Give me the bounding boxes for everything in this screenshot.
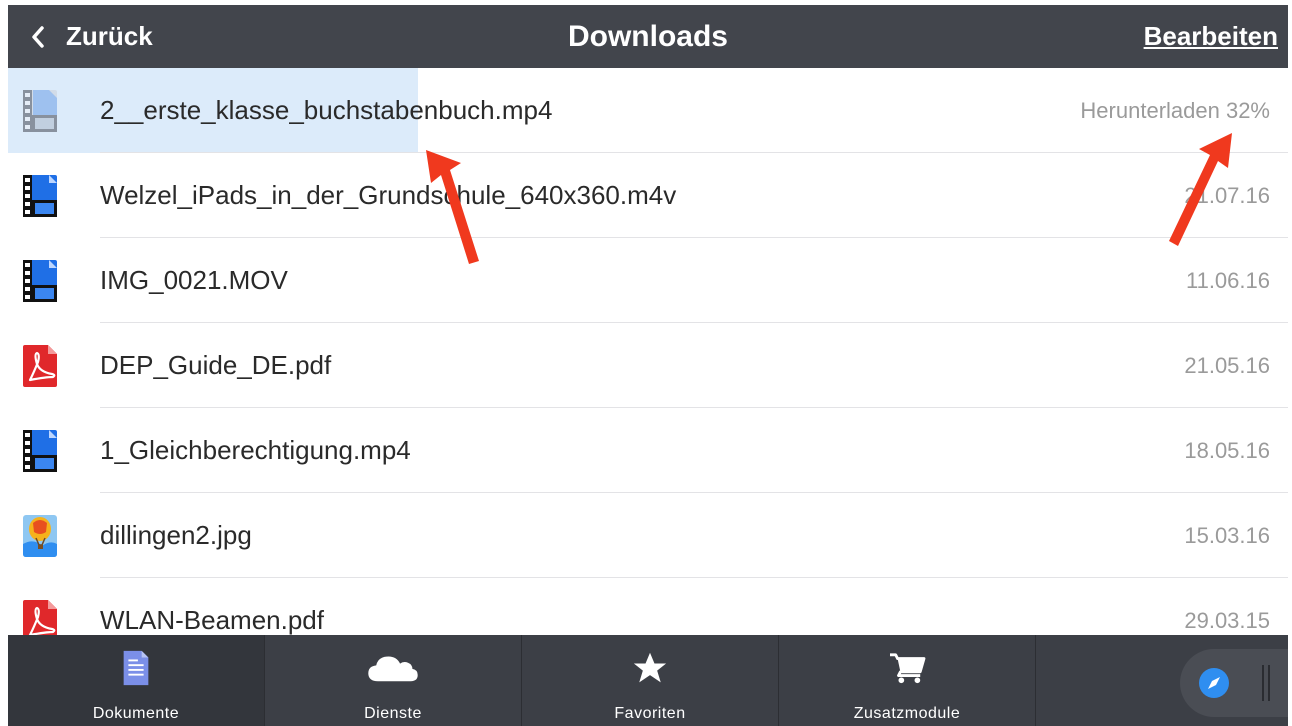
file-date: 18.05.16 bbox=[1184, 437, 1270, 463]
file-date: 21.07.16 bbox=[1184, 182, 1270, 208]
navigation-bar: Zurück Downloads Bearbeiten bbox=[8, 5, 1288, 68]
file-row[interactable]: WLAN-Beamen.pdf 29.03.15 bbox=[8, 578, 1288, 635]
video-file-icon bbox=[23, 89, 57, 132]
drag-handle-icon bbox=[1262, 665, 1270, 701]
download-status: Herunterladen 32% bbox=[1080, 97, 1270, 123]
video-file-icon bbox=[23, 259, 57, 302]
tab-zusatzmodule[interactable]: Zusatzmodule bbox=[779, 635, 1036, 726]
file-name: IMG_0021.MOV bbox=[100, 265, 288, 295]
file-row[interactable]: DEP_Guide_DE.pdf 21.05.16 bbox=[8, 323, 1288, 408]
tab-dienste[interactable]: Dienste bbox=[265, 635, 522, 726]
browser-button[interactable] bbox=[1180, 649, 1288, 717]
file-date: 15.03.16 bbox=[1184, 522, 1270, 548]
file-name: 2__erste_klasse_buchstabenbuch.mp4 bbox=[100, 95, 553, 125]
pdf-file-icon bbox=[23, 344, 57, 387]
compass-icon bbox=[1199, 668, 1229, 698]
page-title: Downloads bbox=[567, 20, 728, 53]
file-row[interactable]: 1_Gleichberechtigung.mp4 18.05.16 bbox=[8, 408, 1288, 493]
cart-icon bbox=[890, 653, 926, 684]
back-label: Zurück bbox=[66, 21, 153, 51]
file-row[interactable]: dillingen2.jpg 15.03.16 bbox=[8, 493, 1288, 578]
video-file-icon bbox=[23, 174, 57, 217]
file-name: 1_Gleichberechtigung.mp4 bbox=[100, 435, 411, 465]
app-window: Zurück Downloads Bearbeiten 2__erste_kla… bbox=[8, 5, 1288, 726]
tab-label: Favoriten bbox=[614, 705, 686, 722]
file-list: 2__erste_klasse_buchstabenbuch.mp4 Herun… bbox=[8, 68, 1288, 635]
file-date: 29.03.15 bbox=[1184, 607, 1270, 633]
tab-bar-extra bbox=[1036, 635, 1288, 726]
cloud-icon bbox=[368, 656, 418, 682]
file-row[interactable]: 2__erste_klasse_buchstabenbuch.mp4 Herun… bbox=[8, 68, 1288, 153]
tab-label: Dienste bbox=[364, 705, 422, 722]
tab-favoriten[interactable]: Favoriten bbox=[522, 635, 779, 726]
document-icon bbox=[123, 650, 149, 686]
edit-button[interactable]: Bearbeiten bbox=[1144, 5, 1278, 68]
tab-label: Dokumente bbox=[92, 705, 180, 722]
star-icon bbox=[633, 652, 667, 683]
file-row[interactable]: Welzel_iPads_in_der_Grundschule_640x360.… bbox=[8, 153, 1288, 238]
chevron-left-icon bbox=[32, 25, 44, 48]
tab-bar: Dokumente Dienste Favoriten Zusatzmodule bbox=[8, 635, 1288, 726]
video-file-icon bbox=[23, 429, 57, 472]
file-date: 21.05.16 bbox=[1184, 352, 1270, 378]
tab-dokumente[interactable]: Dokumente bbox=[8, 635, 265, 726]
file-name: WLAN-Beamen.pdf bbox=[100, 605, 324, 635]
image-file-icon bbox=[23, 514, 57, 557]
tab-label: Zusatzmodule bbox=[853, 705, 961, 722]
back-button[interactable]: Zurück bbox=[30, 5, 153, 68]
file-row[interactable]: IMG_0021.MOV 11.06.16 bbox=[8, 238, 1288, 323]
file-name: dillingen2.jpg bbox=[100, 520, 252, 550]
pdf-file-icon bbox=[23, 599, 57, 635]
file-name: Welzel_iPads_in_der_Grundschule_640x360.… bbox=[100, 180, 677, 210]
file-name: DEP_Guide_DE.pdf bbox=[100, 350, 332, 380]
file-date: 11.06.16 bbox=[1185, 267, 1270, 293]
